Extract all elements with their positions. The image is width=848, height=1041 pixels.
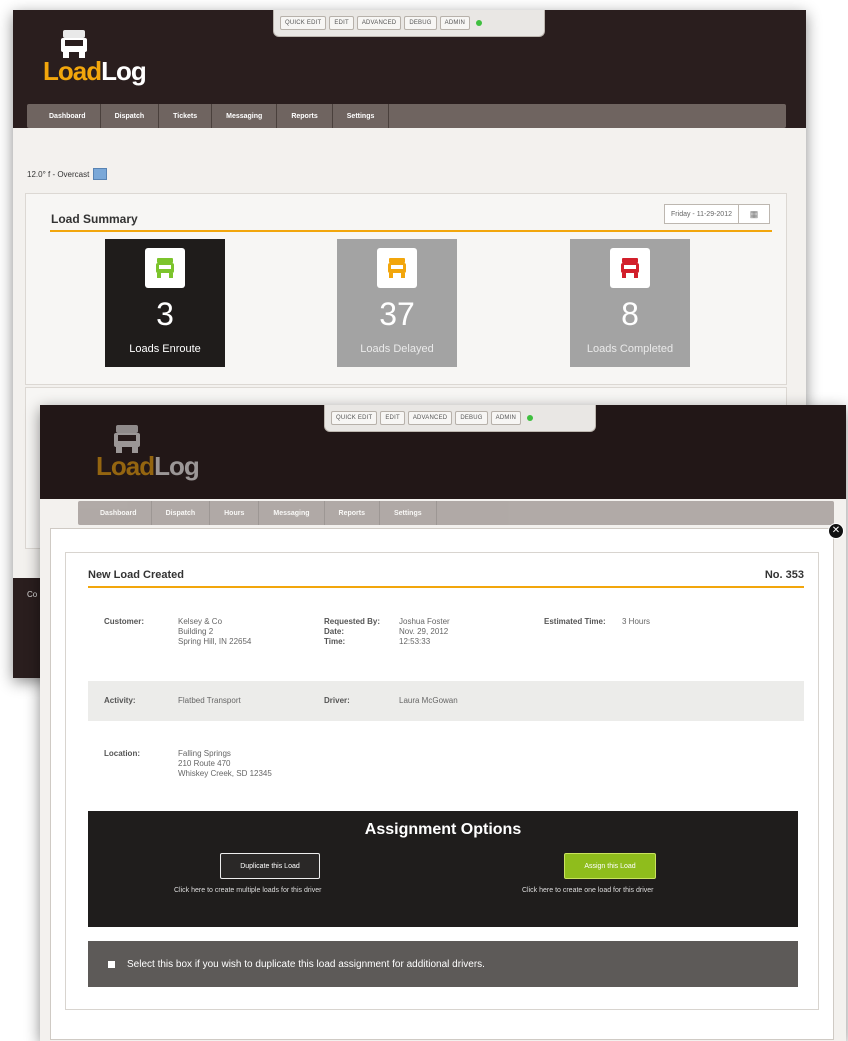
nav-item-dispatch[interactable]: Dispatch	[152, 501, 211, 525]
weather-icon	[93, 168, 108, 180]
nav-item-reports[interactable]: Reports	[325, 501, 380, 525]
debug-button[interactable]: DEBUG	[455, 411, 488, 425]
duplicate-option-bar: Select this box if you wish to duplicate…	[88, 941, 798, 987]
truck-orange-icon	[377, 248, 417, 288]
nav-item-dashboard[interactable]: Dashboard	[27, 104, 101, 128]
panel-title: Load Summary	[51, 212, 138, 226]
footer-copyright: Co	[27, 590, 38, 599]
tile-loads-enroute[interactable]: 3 Loads Enroute	[105, 239, 225, 367]
customer-value: Kelsey & Co Building 2 Spring Hill, IN 2…	[178, 617, 252, 646]
load-summary-panel: Load Summary Friday - 11-29-2012 ▦ 3 Loa…	[25, 193, 787, 385]
debug-button[interactable]: DEBUG	[404, 16, 437, 30]
modal-title: New Load Created	[88, 569, 184, 581]
duplicate-checkbox[interactable]	[108, 960, 115, 968]
tile-count: 37	[379, 296, 415, 332]
dispatch-window: QUICK EDIT EDIT ADVANCED DEBUG ADMIN Loa…	[40, 405, 846, 1041]
date-value: Nov. 29, 2012	[399, 627, 449, 636]
nav-item-tickets[interactable]: Tickets	[159, 104, 213, 128]
calendar-icon[interactable]: ▦	[738, 205, 769, 223]
requested-by-value: Joshua Foster	[399, 617, 450, 626]
activity-value: Flatbed Transport	[178, 696, 241, 705]
admin-button[interactable]: ADMIN	[490, 411, 521, 425]
modal-content: New Load Created No. 353 Customer: Kelse…	[65, 552, 819, 1010]
quick-edit-button[interactable]: QUICK EDIT	[331, 411, 378, 425]
nav-item-messaging[interactable]: Messaging	[212, 104, 278, 128]
tile-count: 3	[156, 296, 174, 332]
admin-button[interactable]: ADMIN	[439, 16, 470, 30]
nav-item-messaging[interactable]: Messaging	[259, 501, 325, 525]
advanced-button[interactable]: ADVANCED	[356, 16, 402, 30]
tile-loads-delayed[interactable]: 37 Loads Delayed	[337, 239, 457, 367]
nav-item-dashboard[interactable]: Dashboard	[78, 501, 152, 525]
status-dot-icon	[476, 20, 482, 26]
admin-toolbar: QUICK EDIT EDIT ADVANCED DEBUG ADMIN	[273, 10, 545, 37]
duplicate-load-button[interactable]: Duplicate this Load	[220, 853, 320, 879]
quick-edit-button[interactable]: QUICK EDIT	[280, 16, 327, 30]
tile-loads-completed[interactable]: 8 Loads Completed	[570, 239, 690, 367]
customer-label: Customer:	[104, 617, 145, 626]
modal-divider	[88, 586, 804, 588]
logo-wordmark: LoadLog	[96, 451, 200, 481]
main-nav: Dashboard Dispatch Tickets Messaging Rep…	[27, 104, 786, 128]
main-nav: Dashboard Dispatch Hours Messaging Repor…	[78, 501, 834, 525]
assign-load-button[interactable]: Assign this Load	[564, 853, 656, 879]
truck-red-icon	[610, 248, 650, 288]
driver-label: Driver:	[324, 696, 350, 705]
tile-count: 8	[621, 296, 639, 332]
nav-item-settings[interactable]: Settings	[333, 104, 390, 128]
tile-label: Loads Enroute	[129, 343, 201, 355]
panel-divider	[50, 230, 772, 232]
assignment-title: Assignment Options	[364, 821, 522, 838]
status-dot-icon	[527, 415, 533, 421]
tile-label: Loads Completed	[586, 343, 674, 355]
admin-toolbar: QUICK EDIT EDIT ADVANCED DEBUG ADMIN	[324, 405, 596, 432]
duplicate-checkbox-label: Select this box if you wish to duplicate…	[127, 958, 485, 970]
advanced-button[interactable]: ADVANCED	[407, 411, 453, 425]
assignment-options-panel: Assignment Options Duplicate this Load C…	[88, 811, 798, 927]
app-logo[interactable]: LoadLog	[43, 28, 147, 87]
truck-green-icon	[145, 248, 185, 288]
estimated-time-value: 3 Hours	[622, 617, 651, 626]
logo-wordmark: LoadLog	[43, 56, 147, 86]
nav-item-reports[interactable]: Reports	[277, 104, 333, 128]
date-picker[interactable]: Friday - 11-29-2012 ▦	[664, 204, 770, 224]
weather-text: 12.0° f - Overcast	[27, 169, 90, 179]
load-number: No. 353	[764, 569, 804, 581]
requested-labels: Requested By: Date: Time:	[324, 617, 381, 646]
edit-button[interactable]: EDIT	[329, 16, 354, 30]
edit-button[interactable]: EDIT	[380, 411, 405, 425]
assign-hint: Click here to create one load for this d…	[522, 887, 654, 894]
requested-values: Joshua Foster Nov. 29, 2012 12:53:33	[399, 617, 450, 647]
driver-value: Laura McGowan	[399, 696, 458, 705]
tile-label: Loads Delayed	[360, 343, 434, 355]
weather-readout: 12.0° f - Overcast	[27, 168, 108, 180]
estimated-time-label: Estimated Time:	[544, 617, 606, 626]
activity-label: Activity:	[104, 696, 136, 705]
nav-item-dispatch[interactable]: Dispatch	[101, 104, 160, 128]
app-logo[interactable]: LoadLog	[96, 423, 200, 482]
nav-item-settings[interactable]: Settings	[380, 501, 437, 525]
time-value: 12:53:33	[399, 637, 431, 646]
new-load-modal: New Load Created No. 353 Customer: Kelse…	[50, 528, 834, 1040]
duplicate-hint: Click here to create multiple loads for …	[174, 887, 322, 894]
date-value: Friday - 11-29-2012	[671, 210, 732, 218]
nav-item-hours[interactable]: Hours	[210, 501, 260, 525]
close-icon[interactable]: ✕	[828, 523, 844, 539]
location-label: Location:	[104, 749, 140, 758]
location-value: Falling Springs 210 Route 470 Whiskey Cr…	[178, 749, 272, 778]
